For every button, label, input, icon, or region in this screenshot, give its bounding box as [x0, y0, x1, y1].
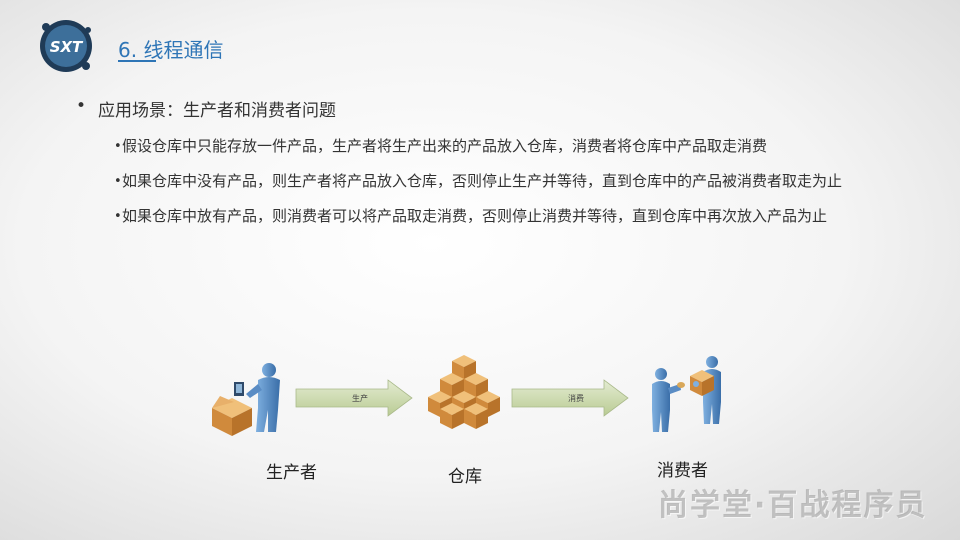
produce-arrow-label: 生产 [352, 393, 368, 403]
sub-bullet-text: 假设仓库中只能存放一件产品，生产者将生产出来的产品放入仓库，消费者将仓库中产品取… [122, 137, 768, 155]
main-bullet-text: 应用场景：生产者和消费者问题 [98, 101, 336, 121]
bullet-dot: • [114, 174, 122, 189]
producer-icon [212, 363, 280, 436]
consume-arrow-label: 消费 [568, 393, 584, 403]
warehouse-icon [428, 355, 500, 429]
title-underline [118, 60, 156, 62]
logo-text: SXT [50, 38, 84, 56]
producer-label: 生产者 [266, 463, 317, 483]
sub-bullet: • 如果仓库中放有产品，则消费者可以将产品取走消费，否则停止消费并等待，直到仓库… [76, 201, 892, 232]
consumer-label: 消费者 [657, 461, 708, 481]
consumer-icon [652, 356, 721, 432]
bullet-dot: • [114, 139, 122, 154]
consume-arrow: 消费 [511, 379, 629, 417]
warehouse-label: 仓库 [448, 467, 482, 487]
sub-bullet-text: 如果仓库中没有产品，则生产者将产品放入仓库，否则停止生产并等待，直到仓库中的产品… [122, 172, 843, 190]
bullet-dot: • [114, 209, 122, 224]
sub-bullet-text: 如果仓库中放有产品，则消费者可以将产品取走消费，否则停止消费并等待，直到仓库中再… [122, 207, 828, 225]
sub-bullet: • 如果仓库中没有产品，则生产者将产品放入仓库，否则停止生产并等待，直到仓库中的… [76, 166, 892, 197]
producer-consumer-diagram: 生产 消费 [212, 355, 721, 436]
bullet-dot: • [76, 96, 87, 116]
sub-bullet: • 假设仓库中只能存放一件产品，生产者将生产出来的产品放入仓库，消费者将仓库中产… [76, 131, 892, 162]
main-bullet: • 应用场景：生产者和消费者问题 [76, 96, 906, 121]
watermark: 尚学堂·百战程序员 [658, 488, 928, 523]
produce-arrow: 生产 [295, 379, 413, 417]
bullet-list: • 应用场景：生产者和消费者问题 • 假设仓库中只能存放一件产品，生产者将生产出… [76, 96, 906, 236]
slide-title: 6. 线程通信 [118, 38, 224, 62]
sxt-logo: SXT [40, 20, 92, 72]
